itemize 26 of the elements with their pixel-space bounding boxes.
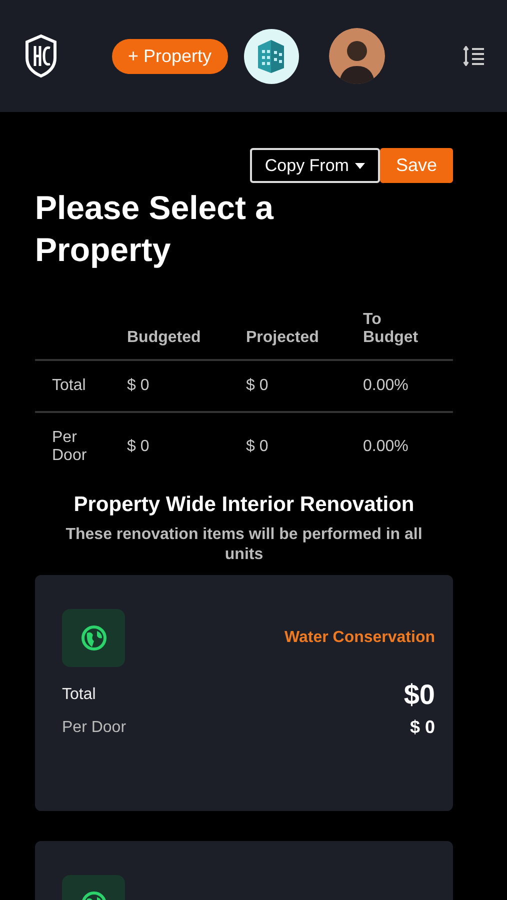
table-cell: $ 0 [246,360,363,412]
renovation-card[interactable]: Water Conservation Total $0 Per Door $ 0 [35,575,453,811]
section-heading: Property Wide Interior Renovation [72,493,416,517]
page-title: Please Select a Property [35,188,275,270]
logo-icon[interactable] [24,34,58,78]
card-title: Water Conservation [284,629,435,647]
table-cell: 0.00% [363,360,453,412]
caret-icon [354,162,365,168]
total-value: $0 [404,679,435,711]
table-cell: $ 0 [127,412,246,481]
column-header: Budgeted [127,301,246,360]
column-header: To Budget [363,301,453,360]
avatar[interactable] [328,28,385,84]
row-label: Total [35,360,127,412]
per-door-label: Per Door [62,718,126,736]
globe-icon [80,625,106,651]
copy-from-dropdown[interactable]: Copy From [250,148,380,183]
total-label: Total [62,686,96,704]
table-cell: $ 0 [246,412,363,481]
table-cell: 0.00% [363,412,453,481]
sort-menu-icon[interactable] [463,46,485,66]
row-label: Per Door [35,412,127,481]
table-cell: $ 0 [127,360,246,412]
section-subtitle: These renovation items will be performed in all units [64,525,424,565]
column-header: Projected [246,301,363,360]
per-door-value: $ 0 [410,717,435,738]
